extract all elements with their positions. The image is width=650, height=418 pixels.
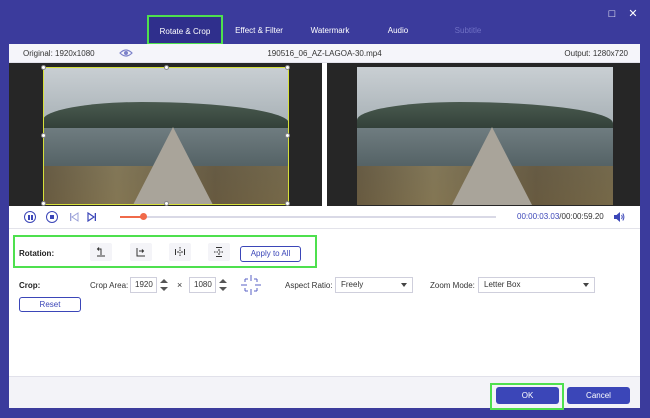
crop-area-label: Crop Area:: [90, 281, 129, 290]
flip-vertical-button[interactable]: [208, 243, 230, 261]
video-preview-area: [9, 63, 640, 206]
file-name: 190516_06_AZ-LAGOA-30.mp4: [267, 49, 382, 58]
cancel-button[interactable]: Cancel: [567, 387, 630, 404]
editor-panel: Original: 1920x1080 190516_06_AZ-LAGOA-3…: [9, 44, 640, 410]
playback-bar: 00:00:03.03/00:00:59.20: [9, 206, 640, 228]
seek-knob[interactable]: [140, 213, 147, 220]
crop-handle[interactable]: [41, 133, 46, 138]
time-display: 00:00:03.03/00:00:59.20: [517, 212, 604, 221]
info-bar: Original: 1920x1080 190516_06_AZ-LAGOA-3…: [9, 44, 640, 63]
apply-to-all-button[interactable]: Apply to All: [240, 246, 301, 262]
crop-handle[interactable]: [41, 65, 46, 70]
times-sign: ×: [177, 280, 183, 290]
reset-button[interactable]: Reset: [19, 297, 81, 312]
output-preview: [327, 63, 640, 206]
aspect-ratio-select[interactable]: Freely: [335, 277, 413, 293]
pause-button[interactable]: [24, 211, 36, 223]
next-frame-icon[interactable]: [87, 212, 97, 222]
crop-selection-box[interactable]: [41, 65, 290, 206]
crop-label: Crop:: [19, 281, 41, 290]
ok-button[interactable]: OK: [496, 387, 559, 404]
aspect-ratio-label: Aspect Ratio:: [285, 281, 333, 290]
crop-handle[interactable]: [164, 65, 169, 70]
tab-effect-filter[interactable]: Effect & Filter: [228, 22, 290, 40]
crop-handle[interactable]: [285, 65, 290, 70]
current-time: 00:00:03.03: [517, 212, 560, 221]
rotate-right-icon: [136, 248, 145, 257]
flip-vertical-icon: [214, 247, 224, 257]
close-icon[interactable]: ✕: [627, 8, 639, 20]
rotate-right-button[interactable]: [130, 243, 152, 261]
tab-audio[interactable]: Audio: [380, 22, 416, 40]
chevron-down-icon: [583, 283, 589, 287]
crop-width-input[interactable]: 1920: [130, 277, 157, 293]
previous-frame-icon[interactable]: [69, 212, 79, 222]
seek-slider[interactable]: [120, 213, 496, 220]
tab-rotate-crop[interactable]: Rotate & Crop: [147, 15, 223, 45]
center-crop-icon[interactable]: [240, 274, 262, 296]
chevron-down-icon: [401, 283, 407, 287]
total-time: /00:00:59.20: [559, 212, 604, 221]
output-resolution: Output: 1280x720: [564, 49, 628, 58]
dialog-footer: OK Cancel: [9, 376, 640, 410]
tab-bar: Rotate & Crop Effect & Filter Watermark …: [0, 0, 650, 45]
separator: [9, 228, 640, 229]
output-video-frame: [357, 67, 613, 205]
crop-height-input[interactable]: 1080: [189, 277, 216, 293]
rotate-left-icon: [96, 247, 105, 257]
zoom-mode-select[interactable]: Letter Box: [478, 277, 595, 293]
crop-height-stepper[interactable]: [218, 277, 228, 293]
zoom-mode-value: Letter Box: [484, 280, 521, 289]
maximize-icon[interactable]: □: [606, 8, 618, 20]
flip-horizontal-icon: [175, 247, 185, 257]
crop-handle[interactable]: [285, 133, 290, 138]
stop-button[interactable]: [46, 211, 58, 223]
volume-icon[interactable]: [613, 211, 625, 223]
tab-subtitle: Subtitle: [454, 26, 482, 35]
aspect-ratio-value: Freely: [341, 280, 364, 289]
tab-watermark[interactable]: Watermark: [304, 22, 356, 40]
original-preview: [9, 63, 322, 206]
flip-horizontal-button[interactable]: [169, 243, 191, 261]
zoom-mode-label: Zoom Mode:: [430, 281, 475, 290]
rotation-label: Rotation:: [19, 249, 55, 258]
rotate-left-button[interactable]: [90, 243, 112, 261]
rotate-crop-dialog: Rotate & Crop Effect & Filter Watermark …: [0, 0, 650, 418]
crop-width-stepper[interactable]: [159, 277, 169, 293]
